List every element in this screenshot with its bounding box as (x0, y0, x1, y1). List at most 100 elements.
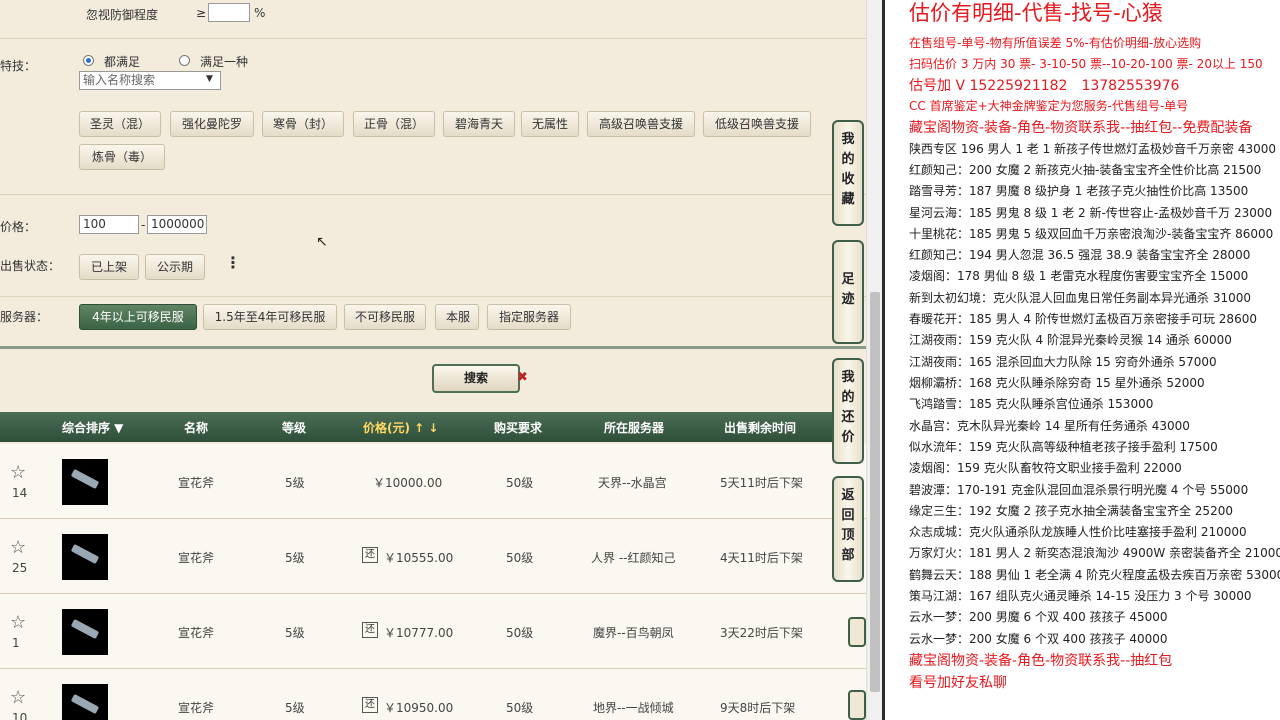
scrollbar[interactable] (866, 0, 882, 720)
skill-chip[interactable]: 圣灵（混） (79, 111, 161, 137)
footprint-tab[interactable]: 足迹 (832, 240, 864, 344)
item-requirement: 50级 (506, 626, 534, 640)
skill-chip[interactable]: 正骨（混） (353, 111, 435, 137)
col-sort[interactable]: 综合排序 ▼ (62, 419, 123, 436)
notes-line: 万家灯火：181 男人 2 新奕态混浪淘沙 4900W 亲密装备齐全 21000… (909, 546, 1280, 560)
item-server: 魔界--百鸟朝凤 (593, 626, 674, 640)
col-time: 出售剩余时间 (724, 421, 797, 435)
skill-chip[interactable]: 寒骨（封） (262, 111, 344, 137)
col-price[interactable]: 价格(元) ↑ ↓ (363, 419, 438, 436)
notes-line: 看号加好友私聊 (909, 675, 1007, 691)
col-name: 名称 (184, 421, 209, 435)
item-thumbnail[interactable] (62, 609, 108, 655)
skill-chip[interactable]: 低级召唤兽支援 (703, 111, 811, 137)
item-time: 5天11时后下架 (720, 476, 803, 490)
notes-document: 估价有明细-代售-找号-心猿 在售组号-单号-物有所值误差 5%-有估价明细-放… (882, 0, 1280, 720)
status-chip-publicity[interactable]: 公示期 (145, 254, 205, 280)
skill-chip[interactable]: 无属性 (521, 111, 579, 137)
notes-line: 水晶宫：克木队异光秦岭 14 星所有任务通杀 43000 (909, 419, 1190, 433)
server-chip[interactable]: 本服 (435, 304, 479, 330)
price-max-input[interactable]: 1000000 (147, 215, 207, 234)
notes-line: 缘定三生：192 女魔 2 孩子克水抽全满装备宝宝齐全 25200 (909, 504, 1233, 518)
my-bargain-tab[interactable]: 我的还价 (832, 358, 864, 464)
notes-line: 红颜知己：200 女魔 2 新孩克火抽-装备宝宝齐全性价比高 21500 (909, 163, 1262, 177)
cursor-icon: ↖ (316, 234, 328, 250)
item-thumbnail[interactable] (62, 684, 108, 720)
radio-one-label: 满足一种 (200, 55, 249, 69)
divider (0, 296, 866, 297)
star-icon[interactable]: ☆ (10, 537, 26, 558)
server-chip[interactable]: 指定服务器 (487, 304, 571, 330)
item-requirement: 50级 (506, 476, 534, 490)
notes-line: 江湖夜雨：165 混杀回血大力队除 15 穷奇外通杀 57000 (909, 355, 1217, 369)
fav-count: 10 (12, 711, 28, 720)
col-server: 所在服务器 (604, 421, 665, 435)
item-level: 5级 (285, 701, 305, 715)
star-icon[interactable]: ☆ (10, 462, 26, 483)
item-level: 5级 (285, 476, 305, 490)
row-action-handle[interactable] (848, 690, 866, 720)
server-label: 服务器： (0, 310, 49, 324)
row-action-handle[interactable] (848, 617, 866, 647)
notes-line: 藏宝阁物资-装备-角色-物资联系我--抽红包--免费配装备 (909, 120, 1253, 136)
radio-all[interactable] (83, 55, 94, 66)
item-server: 人界 --红颜知己 (591, 551, 676, 565)
skill-chip[interactable]: 碧海青天 (443, 111, 515, 137)
skill-chip[interactable]: 炼骨（毒） (79, 144, 165, 170)
item-requirement: 50级 (506, 551, 534, 565)
scrollbar-thumb[interactable] (870, 292, 880, 692)
star-icon[interactable]: ☆ (10, 687, 26, 708)
notes-line: 踏雪寻芳：187 男魔 8 级护身 1 老孩子克火抽性价比高 13500 (909, 184, 1249, 198)
item-thumbnail[interactable] (62, 459, 108, 505)
notes-line: 凌烟阁：178 男仙 8 级 1 老雷克水程度伤害要宝宝齐全 15000 (909, 269, 1249, 283)
table-row[interactable]: ☆ 1 宣花斧 5级 还 ￥10777.00 50级 魔界--百鸟朝凤 3天22… (0, 594, 866, 669)
server-chip[interactable]: 4年以上可移民服 (79, 304, 197, 330)
item-name: 宣花斧 (178, 551, 215, 565)
item-time: 9天8时后下架 (720, 701, 796, 715)
server-chip[interactable]: 1.5年至4年可移民服 (203, 304, 337, 330)
skill-chip[interactable]: 高级召唤兽支援 (587, 111, 695, 137)
notes-line: 众志成城：克火队通杀队龙族睡人性价比哇塞接手盈利 210000 (909, 525, 1247, 539)
table-row[interactable]: ☆ 14 宣花斧 5级 ￥10000.00 50级 天界--水晶宫 5天11时后… (0, 444, 866, 519)
ignore-defense-unit: % (254, 6, 266, 20)
radio-one[interactable] (179, 55, 190, 66)
notes-line: 飞鸿踏雪：185 克火队睡杀宫位通杀 153000 (909, 397, 1154, 411)
server-chip[interactable]: 不可移民服 (344, 304, 426, 330)
status-chip-listed[interactable]: 已上架 (79, 254, 139, 280)
back-to-top-tab[interactable]: 返回顶部 (832, 476, 864, 582)
star-icon[interactable]: ☆ (10, 612, 26, 633)
notes-line: 新到太初幻境：克火队混人回血鬼日常任务副本异光通杀 31000 (909, 291, 1251, 305)
table-header: 综合排序 ▼ 名称 等级 价格(元) ↑ ↓ 购买要求 所在服务器 出售剩余时间 (0, 412, 834, 442)
item-price: ￥10555.00 (384, 551, 454, 565)
notes-line: 藏宝阁物资-装备-角色-物资联系我--抽红包 (909, 653, 1173, 669)
table-row[interactable]: ☆ 10 宣花斧 5级 还 ￥10950.00 50级 地界--一战倾城 9天8… (0, 669, 866, 720)
item-server: 地界--一战倾城 (593, 701, 674, 715)
table-row[interactable]: ☆ 25 宣花斧 5级 还 ￥10555.00 50级 人界 --红颜知己 4天… (0, 519, 866, 594)
item-requirement: 50级 (506, 701, 534, 715)
item-price: ￥10777.00 (384, 626, 454, 640)
notes-line: 凌烟阁：159 克火队畜牧符文职业接手盈利 22000 (909, 461, 1182, 475)
item-price: ￥10950.00 (384, 701, 454, 715)
status-label: 出售状态： (0, 259, 61, 273)
item-thumbnail[interactable] (62, 534, 108, 580)
search-button[interactable]: 搜索 (432, 364, 520, 393)
web-page: 忽视防御程度 ≥ % 特技： 都满足 满足一种 输入名称搜索 ▼ 圣灵（混） 强… (0, 0, 866, 720)
my-favorites-tab[interactable]: 我的收藏 (832, 120, 864, 226)
notes-line: 估号加 V 15225921182 13782553976 (909, 78, 1180, 94)
price-separator: - (141, 218, 146, 232)
fav-count: 1 (12, 636, 20, 650)
notes-line: 估价有明细-代售-找号-心猿 (909, 1, 1163, 25)
price-min-input[interactable]: 100 (79, 215, 139, 234)
close-icon[interactable]: ✖ (517, 370, 528, 385)
notes-line: 策马江湖：167 组队克火通灵睡杀 14-15 没压力 3 个号 30000 (909, 589, 1252, 603)
more-icon[interactable]: ⋮ (225, 255, 241, 271)
ignore-defense-input[interactable] (208, 3, 250, 22)
notes-line: 陕西专区 196 男人 1 老 1 新孩子传世燃灯孟极妙音千万亲密 43000 (909, 142, 1277, 156)
notes-line: 江湖夜雨：159 克火队 4 阶混异光秦岭灵猴 14 通杀 60000 (909, 333, 1232, 347)
notes-line: CC 首席鉴定+大神金牌鉴定为您服务-代售组号-单号 (909, 99, 1189, 113)
item-name: 宣花斧 (178, 626, 215, 640)
skill-chip[interactable]: 强化曼陀罗 (170, 111, 254, 137)
notes-line: 云水一梦：200 女魔 6 个双 400 孩孩子 40000 (909, 632, 1168, 646)
notes-line: 扫码估价 3 万内 30 票- 3-10-50 票--10-20-100 票- … (909, 57, 1263, 71)
skill-search-input[interactable]: 输入名称搜索 (79, 71, 221, 90)
